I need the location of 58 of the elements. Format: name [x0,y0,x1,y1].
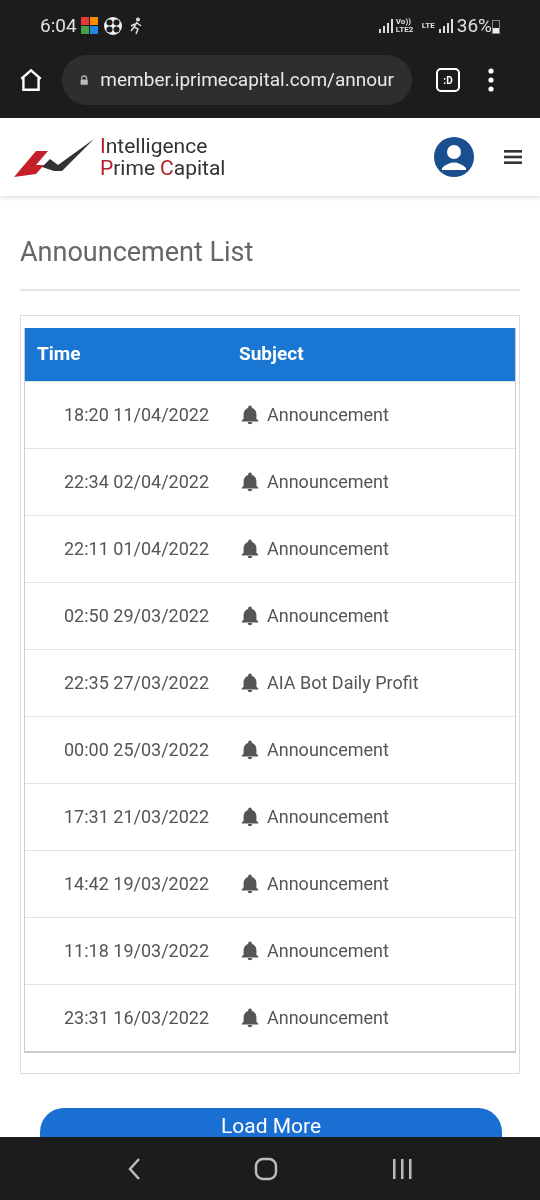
bell-icon [239,939,261,962]
running-person-icon [128,17,143,35]
bell-icon [239,872,261,895]
subject-link[interactable]: Announcement [239,535,389,562]
subject-link[interactable]: Announcement [239,602,389,629]
table-cell-text: 23:31 16/03/2022 [63,1006,211,1030]
bell-icon [239,1006,261,1029]
subject-link[interactable]: Announcement [239,937,389,964]
status-time: 6:04 [40,12,77,39]
subject-link[interactable]: Announcement [239,468,389,495]
column-header: Subject [239,340,304,367]
bell-icon [239,805,261,828]
subject-link[interactable]: Announcement [239,803,389,830]
more-icon[interactable] [488,68,494,92]
subject-link[interactable]: Announcement [239,736,389,763]
battery-icon [492,18,500,34]
url-bar[interactable]: member.iprimecapital.com/annour [62,55,412,105]
table-cell-text: 22:11 01/04/2022 [63,537,211,561]
table-cell-text: 00:00 25/03/2022 [63,738,211,762]
logo-text: Prime Capital [100,157,227,179]
subject-link[interactable]: AIA Bot Daily Profit [239,669,419,696]
network-label: Vo)) LTE2 [395,18,415,34]
menu-icon[interactable] [504,150,522,164]
battery-percent: 36% [456,12,492,39]
subject-link[interactable]: Announcement [239,401,389,428]
page-title: Announcement List [20,232,520,291]
tab-count-badge[interactable]: :D [436,68,460,92]
recent-apps-icon[interactable] [391,1157,414,1180]
bell-icon [239,403,261,426]
home-icon[interactable] [18,67,44,93]
logo-icon [14,137,94,177]
load-more-button[interactable]: Load More [40,1107,502,1137]
subject-link[interactable]: Announcement [239,1004,389,1031]
back-icon[interactable] [126,1156,141,1181]
table-cell-text: 02:50 29/03/2022 [63,604,211,628]
app-grid-icon [80,17,99,35]
table-cell-text: 14:42 19/03/2022 [63,872,211,896]
table-cell-text: 17:31 21/03/2022 [63,805,211,829]
user-avatar-icon[interactable] [434,137,474,177]
table-cell-text: 22:35 27/03/2022 [63,671,211,695]
bell-icon [239,604,261,627]
bell-icon [239,738,261,761]
lock-icon [80,72,89,88]
network-label: LTE [421,20,435,32]
table-cell-text: 22:34 02/04/2022 [63,470,211,494]
home-button-icon[interactable] [254,1156,278,1181]
bell-icon [239,470,261,493]
bell-icon [239,537,261,560]
table-cell-text: 18:20 11/04/2022 [63,403,211,427]
bell-icon [239,671,261,694]
logo-text: Intelligence [100,135,209,157]
fan-icon [102,16,123,36]
column-header: Time [36,340,82,367]
signal-icon [378,19,393,33]
table-cell-text: 11:18 19/03/2022 [63,939,211,963]
subject-link[interactable]: Announcement [239,870,389,897]
url-text: member.iprimecapital.com/annour [100,66,394,93]
signal-icon [438,19,453,33]
